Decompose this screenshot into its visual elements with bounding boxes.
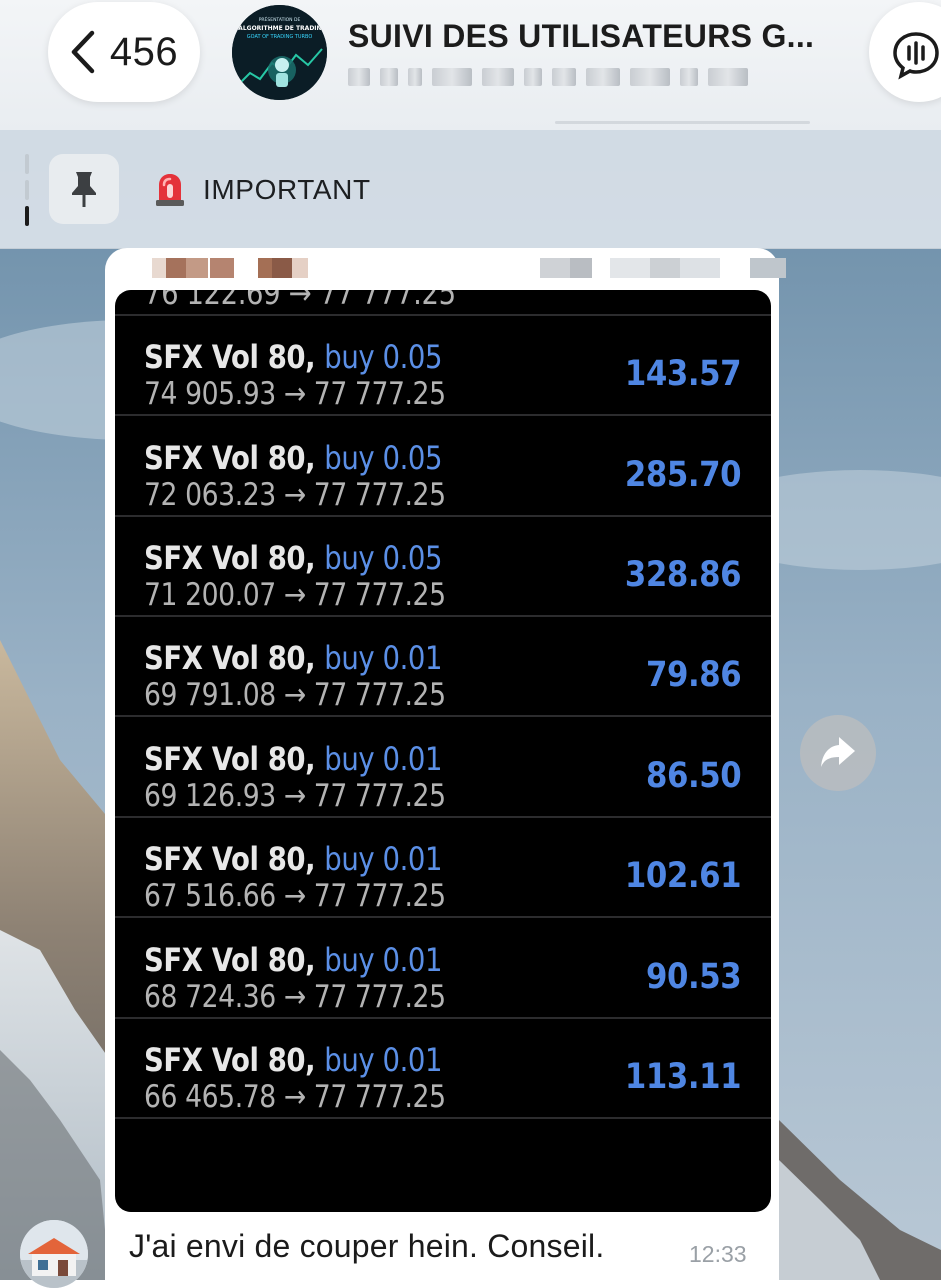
group-title[interactable]: SUIVI DES UTILISATEURS G... — [348, 18, 848, 55]
trade-symbol: SFX Vol 80, — [144, 1041, 316, 1079]
pin-icon — [72, 172, 96, 207]
message-text: J'ai envi de couper hein. Conseil. — [129, 1228, 605, 1264]
chevron-left-icon — [71, 30, 95, 74]
trade-order: buy 0.01 — [324, 840, 443, 878]
trade-profit: 328.86 — [624, 555, 742, 595]
trade-symbol: SFX Vol 80, — [144, 840, 316, 878]
avatar-line-2: L'ALGORITHME DE TRADING — [233, 25, 327, 32]
trade-order: buy 0.05 — [324, 539, 443, 577]
trade-prices: 74 905.93 → 77 777.25 — [144, 376, 446, 412]
trade-row: SFX Vol 80, buy 0.01 68 724.36 → 77 777.… — [115, 917, 771, 1019]
message-sender-redacted — [150, 250, 790, 280]
unread-count: 456 — [109, 29, 179, 74]
message-time: 12:33 — [689, 1241, 747, 1267]
pinned-message-text: IMPORTANT — [203, 174, 371, 205]
trade-profit: 113.11 — [624, 1057, 742, 1097]
trade-profit: 143.57 — [624, 354, 742, 394]
avatar-line-3: GOAT OF TRADING TURBO — [247, 34, 313, 40]
group-avatar[interactable]: PRÉSENTATION DE L'ALGORITHME DE TRADING … — [232, 5, 327, 100]
group-members-preview — [348, 63, 848, 89]
pinned-list-button[interactable] — [49, 154, 119, 224]
chat-header: 456 PRÉSENTATION DE L'ALGORITHME DE TRAD… — [0, 0, 941, 130]
trade-profit: 86.50 — [645, 756, 742, 796]
trade-order: buy 0.01 — [324, 1041, 443, 1079]
trade-prices-partial: 76 122.69 → 77 777.25 — [144, 290, 456, 312]
trade-profit: 79.86 — [645, 655, 742, 695]
trade-symbol: SFX Vol 80, — [144, 338, 316, 376]
trade-symbol: SFX Vol 80, — [144, 539, 316, 577]
trade-order: buy 0.01 — [324, 639, 443, 677]
trade-symbol: SFX Vol 80, — [144, 740, 316, 778]
header-divider — [555, 121, 810, 124]
pinned-position-indicator — [25, 154, 29, 226]
forward-arrow-icon — [821, 737, 855, 767]
trade-row: SFX Vol 80, buy 0.01 67 516.66 → 77 777.… — [115, 816, 771, 918]
trade-symbol: SFX Vol 80, — [144, 941, 316, 979]
trade-row: SFX Vol 80, buy 0.01 69 791.08 → 77 777.… — [115, 615, 771, 717]
trade-prices: 69 126.93 → 77 777.25 — [144, 778, 446, 814]
trade-row: SFX Vol 80, buy 0.05 74 905.93 → 77 777.… — [115, 314, 771, 416]
pinned-message-bar[interactable]: IMPORTANT — [0, 130, 941, 249]
voice-chat-icon — [893, 32, 939, 80]
trade-prices: 72 063.23 → 77 777.25 — [144, 477, 446, 513]
sender-avatar[interactable] — [20, 1220, 88, 1288]
trade-prices: 67 516.66 → 77 777.25 — [144, 878, 446, 914]
trade-row: SFX Vol 80, buy 0.01 69 126.93 → 77 777.… — [115, 716, 771, 818]
siren-icon — [156, 174, 184, 206]
sender-avatar-image — [20, 1220, 88, 1288]
trade-symbol: SFX Vol 80, — [144, 639, 316, 677]
trade-row-partial: 76 122.69 → 77 777.25 — [115, 290, 771, 316]
trade-row: SFX Vol 80, buy 0.05 72 063.23 → 77 777.… — [115, 415, 771, 517]
trade-profit: 90.53 — [645, 957, 742, 997]
back-button[interactable]: 456 — [48, 2, 200, 102]
trade-prices: 68 724.36 → 77 777.25 — [144, 979, 446, 1015]
trade-row: SFX Vol 80, buy 0.01 66 465.78 → 77 777.… — [115, 1017, 771, 1119]
trade-order: buy 0.01 — [324, 941, 443, 979]
voice-chat-button[interactable] — [869, 2, 941, 102]
group-avatar-image: PRÉSENTATION DE L'ALGORITHME DE TRADING … — [232, 5, 327, 100]
trade-row: SFX Vol 80, buy 0.05 71 200.07 → 77 777.… — [115, 515, 771, 617]
trade-prices: 71 200.07 → 77 777.25 — [144, 577, 446, 613]
forward-button[interactable] — [800, 715, 876, 791]
trade-order: buy 0.05 — [324, 439, 443, 477]
trade-prices: 69 791.08 → 77 777.25 — [144, 677, 446, 713]
trade-profit: 102.61 — [624, 856, 742, 896]
trade-symbol: SFX Vol 80, — [144, 439, 316, 477]
trade-order: buy 0.05 — [324, 338, 443, 376]
trade-order: buy 0.01 — [324, 740, 443, 778]
trade-history-screenshot[interactable]: 76 122.69 → 77 777.25 SFX Vol 80, buy 0.… — [115, 290, 771, 1212]
trade-prices: 66 465.78 → 77 777.25 — [144, 1079, 446, 1115]
trade-profit: 285.70 — [624, 455, 742, 495]
